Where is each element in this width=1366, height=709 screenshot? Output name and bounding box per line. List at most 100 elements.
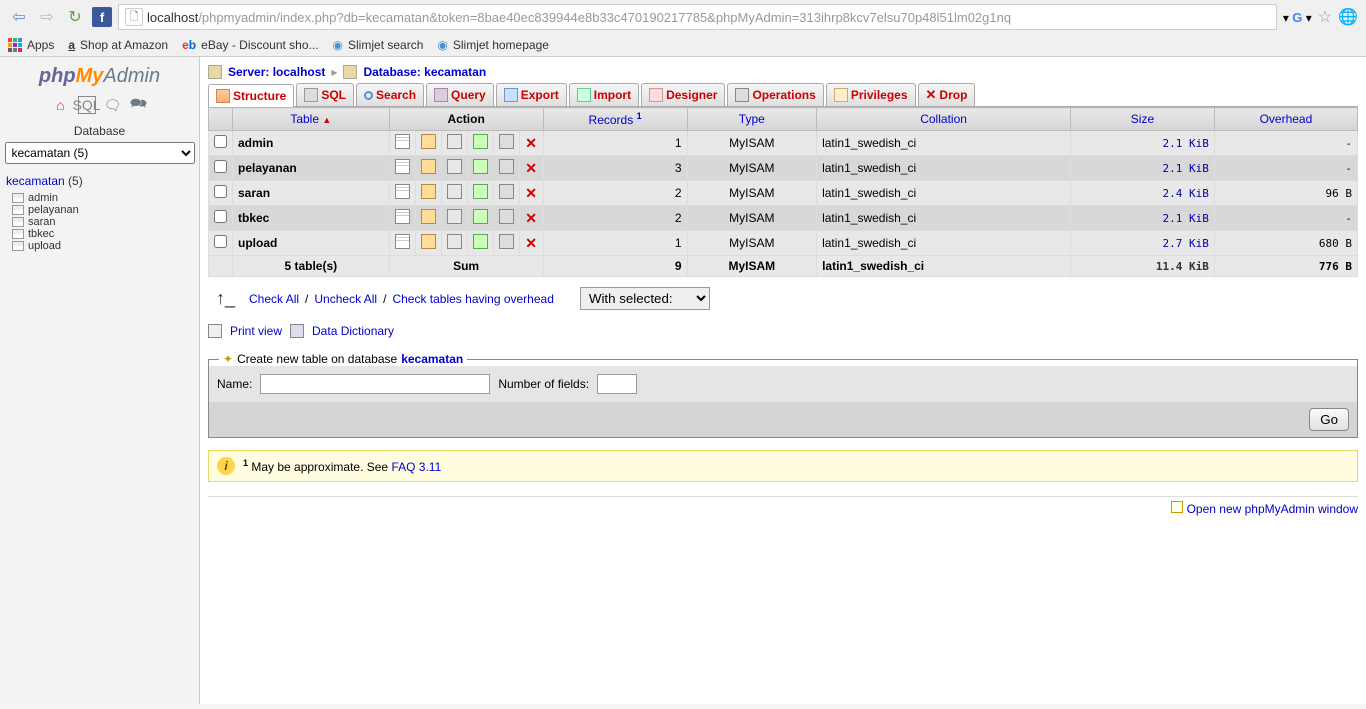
empty-action[interactable] [493, 206, 519, 231]
open-new-window-link[interactable]: Open new phpMyAdmin window [1187, 502, 1358, 516]
bookmark-ebay[interactable]: ebeBay - Discount sho... [182, 38, 318, 52]
empty-action[interactable] [493, 231, 519, 256]
sidebar-table-item[interactable]: saran [12, 216, 199, 228]
structure-action[interactable] [415, 156, 441, 181]
browse-action[interactable] [389, 181, 415, 206]
row-checkbox[interactable] [214, 160, 227, 173]
drop-action[interactable]: ✕ [519, 156, 543, 181]
browse-action[interactable] [389, 231, 415, 256]
empty-action[interactable] [493, 181, 519, 206]
drop-action[interactable]: ✕ [519, 231, 543, 256]
uncheck-all-link[interactable]: Uncheck All [314, 292, 377, 306]
tab-search[interactable]: Search [356, 83, 424, 106]
col-size[interactable]: Size [1071, 108, 1215, 131]
forward-button[interactable]: ⇨ [36, 6, 58, 28]
overhead-cell: - [1214, 131, 1357, 156]
insert-action[interactable] [467, 206, 493, 231]
table-name-cell[interactable]: admin [233, 131, 390, 156]
col-collation[interactable]: Collation [817, 108, 1071, 131]
table-name-input[interactable] [260, 374, 490, 394]
query-window-icon[interactable]: 🗪 [130, 96, 148, 114]
search-action[interactable] [441, 206, 467, 231]
facebook-icon[interactable]: f [92, 7, 112, 27]
row-checkbox[interactable] [214, 135, 227, 148]
sidebar-table-item[interactable]: upload [12, 240, 199, 252]
tab-drop[interactable]: ✕Drop [918, 83, 976, 106]
reload-button[interactable]: ↻ [64, 6, 86, 28]
size-cell: 2.4 KiB [1071, 181, 1215, 206]
data-dictionary-link[interactable]: Data Dictionary [312, 324, 394, 338]
extension-globe-icon[interactable]: 🌐 [1338, 7, 1358, 27]
check-all-link[interactable]: Check All [249, 292, 299, 306]
drop-action[interactable]: ✕ [519, 181, 543, 206]
print-view-link[interactable]: Print view [230, 324, 282, 338]
browse-action[interactable] [389, 131, 415, 156]
back-button[interactable]: ⇦ [8, 6, 30, 28]
tab-operations[interactable]: Operations [727, 83, 823, 106]
docs-icon[interactable]: 🗨 [104, 96, 122, 114]
search-dropdown[interactable]: ▾ G ▾ [1283, 10, 1312, 25]
database-select[interactable]: kecamatan (5) [5, 142, 195, 164]
col-records[interactable]: Records 1 [543, 108, 687, 131]
tab-structure[interactable]: Structure [208, 84, 294, 107]
col-table[interactable]: Table ▲ [233, 108, 390, 131]
export-icon [504, 88, 518, 102]
insert-action[interactable] [467, 131, 493, 156]
insert-action[interactable] [467, 181, 493, 206]
sidebar-table-item[interactable]: admin [12, 192, 199, 204]
sql-query-icon[interactable]: SQL [78, 96, 96, 114]
bookmark-amazon[interactable]: aShop at Amazon [68, 38, 168, 52]
row-checkbox[interactable] [214, 235, 227, 248]
row-checkbox[interactable] [214, 210, 227, 223]
insert-action[interactable] [467, 231, 493, 256]
browse-action[interactable] [389, 206, 415, 231]
tab-query[interactable]: Query [426, 83, 494, 106]
url-bar[interactable]: 🗋 localhost/phpmyadmin/index.php?db=keca… [118, 4, 1277, 30]
structure-action[interactable] [415, 181, 441, 206]
go-button[interactable]: Go [1309, 408, 1349, 431]
sidebar-table-item[interactable]: pelayanan [12, 204, 199, 216]
faq-link[interactable]: FAQ 3.11 [391, 460, 441, 474]
table-name-cell[interactable]: tbkec [233, 206, 390, 231]
search-action[interactable] [441, 131, 467, 156]
page-info-icon[interactable]: 🗋 [125, 8, 143, 26]
home-icon[interactable]: ⌂ [52, 96, 70, 114]
table-name-cell[interactable]: pelayanan [233, 156, 390, 181]
bookmark-star-icon[interactable]: ☆ [1318, 7, 1332, 27]
row-checkbox[interactable] [214, 185, 227, 198]
browse-action[interactable] [389, 156, 415, 181]
empty-action[interactable] [493, 156, 519, 181]
sidebar-table-item[interactable]: tbkec [12, 228, 199, 240]
tab-export[interactable]: Export [496, 83, 567, 106]
tab-import[interactable]: Import [569, 83, 639, 106]
structure-action[interactable] [415, 231, 441, 256]
breadcrumb-server[interactable]: Server: localhost [228, 65, 325, 79]
fields-count-input[interactable] [597, 374, 637, 394]
structure-action[interactable] [415, 206, 441, 231]
breadcrumb-database[interactable]: Database: kecamatan [363, 65, 486, 79]
bookmark-apps[interactable]: Apps [8, 38, 54, 52]
search-action[interactable] [441, 156, 467, 181]
check-overhead-link[interactable]: Check tables having overhead [392, 292, 553, 306]
with-selected-select[interactable]: With selected: [580, 287, 710, 310]
drop-action[interactable]: ✕ [519, 206, 543, 231]
search-action[interactable] [441, 181, 467, 206]
table-name-cell[interactable]: upload [233, 231, 390, 256]
tab-designer[interactable]: Designer [641, 83, 725, 106]
empty-action[interactable] [493, 131, 519, 156]
col-overhead[interactable]: Overhead [1214, 108, 1357, 131]
tree-database-name[interactable]: kecamatan (5) [6, 174, 199, 188]
structure-action[interactable] [415, 131, 441, 156]
phpmyadmin-logo[interactable]: phpMyAdmin [0, 65, 199, 88]
col-type[interactable]: Type [687, 108, 817, 131]
drop-action[interactable]: ✕ [519, 131, 543, 156]
tab-privileges[interactable]: Privileges [826, 83, 916, 106]
search-action[interactable] [441, 231, 467, 256]
bookmark-slimjet-home[interactable]: ◉Slimjet homepage [437, 38, 549, 52]
records-cell: 2 [543, 181, 687, 206]
bookmark-slimjet-search[interactable]: ◉Slimjet search [333, 38, 424, 52]
insert-action[interactable] [467, 156, 493, 181]
tabs: Structure SQL Search Query Export Import… [208, 83, 1358, 107]
tab-sql[interactable]: SQL [296, 83, 354, 106]
table-name-cell[interactable]: saran [233, 181, 390, 206]
